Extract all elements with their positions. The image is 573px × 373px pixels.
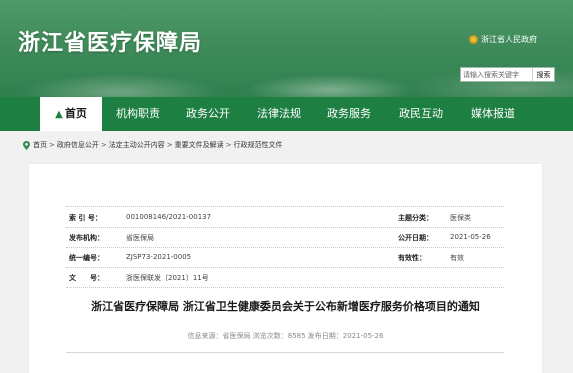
gov-portal-label: 浙江省人民政府 xyxy=(481,35,537,44)
breadcrumb-separator: > xyxy=(225,141,232,149)
breadcrumb-separator: > xyxy=(166,141,173,149)
nav-item-label: 首页 xyxy=(64,107,87,120)
metadata-label: 主题分类： xyxy=(398,214,433,222)
header-banner: 浙江省医疗保障局 浙江省人民政府 搜索 xyxy=(0,0,573,97)
search-button[interactable]: 搜索 xyxy=(532,68,554,81)
metadata-label: 有效性： xyxy=(398,254,426,262)
metadata-value: 2021-05-26 xyxy=(450,233,491,241)
nav-item-organization[interactable]: 机构职责 xyxy=(107,97,169,131)
content-panel: 索 引 号： 001008146/2021-00137 主题分类： 医保类 发布… xyxy=(29,164,542,373)
metadata-row: 文 号： 浙医保联发〔2021〕11号 xyxy=(66,267,504,288)
breadcrumb-item[interactable]: 首页 xyxy=(33,140,47,150)
document-metadata-table: 索 引 号： 001008146/2021-00137 主题分类： 医保类 发布… xyxy=(66,206,504,289)
search-input[interactable] xyxy=(461,68,531,81)
breadcrumb-item[interactable]: 法定主动公开内容 xyxy=(109,140,165,150)
main-nav: ▲ 首页 机构职责 政务公开 法律法规 政务服务 政民互动 媒体报道 xyxy=(0,97,573,131)
document-source-line: 信息来源：省医保局 浏览次数：8585 发布日期：2021-05-26 xyxy=(187,332,384,340)
metadata-value: 001008146/2021-00137 xyxy=(126,213,212,221)
site-title[interactable]: 浙江省医疗保障局 xyxy=(18,25,202,57)
breadcrumb-item[interactable]: 行政规范性文件 xyxy=(234,140,283,150)
metadata-label: 发布机构： xyxy=(69,234,104,242)
metadata-label: 公开日期： xyxy=(398,234,433,242)
document-title: 浙江省医疗保障局 浙江省卫生健康委员会关于公布新增医疗服务价格项目的通知 xyxy=(91,300,480,313)
nav-item-interaction[interactable]: 政民互动 xyxy=(390,97,452,131)
breadcrumb-separator: > xyxy=(100,141,107,149)
home-icon: ▲ xyxy=(55,109,63,120)
metadata-value: 有效 xyxy=(450,254,464,262)
nav-item-services[interactable]: 政务服务 xyxy=(318,97,380,131)
national-emblem-icon xyxy=(469,35,478,44)
metadata-value: 医保类 xyxy=(450,214,471,222)
gov-portal-link[interactable]: 浙江省人民政府 xyxy=(469,34,537,45)
metadata-row: 索 引 号： 001008146/2021-00137 主题分类： 医保类 xyxy=(66,207,504,228)
search-box: 搜索 xyxy=(460,67,555,82)
divider xyxy=(66,352,504,353)
breadcrumb-separator: > xyxy=(49,141,55,149)
metadata-label: 索 引 号： xyxy=(69,214,102,222)
metadata-value: 省医保局 xyxy=(126,234,154,242)
nav-item-gov-affairs[interactable]: 政务公开 xyxy=(177,97,239,131)
location-pin-icon xyxy=(23,140,30,150)
metadata-value: 浙医保联发〔2021〕11号 xyxy=(126,274,209,282)
metadata-row: 发布机构： 省医保局 公开日期： 2021-05-26 xyxy=(66,227,504,248)
breadcrumb: 首页 > 政府信息公开 > 法定主动公开内容 > 重要文件及解读 > 行政规范性… xyxy=(23,140,283,150)
breadcrumb-item[interactable]: 重要文件及解读 xyxy=(175,140,224,150)
nav-item-media[interactable]: 媒体报道 xyxy=(462,97,524,131)
nav-item-laws[interactable]: 法律法规 xyxy=(248,97,310,131)
metadata-value: ZJSP73-2021-0005 xyxy=(126,253,192,261)
metadata-row: 统一编号： ZJSP73-2021-0005 有效性： 有效 xyxy=(66,247,504,268)
metadata-label: 统一编号： xyxy=(69,254,104,262)
breadcrumb-item[interactable]: 政府信息公开 xyxy=(57,140,99,150)
nav-item-home[interactable]: ▲ 首页 xyxy=(40,97,102,131)
metadata-label: 文 号： xyxy=(69,274,104,282)
